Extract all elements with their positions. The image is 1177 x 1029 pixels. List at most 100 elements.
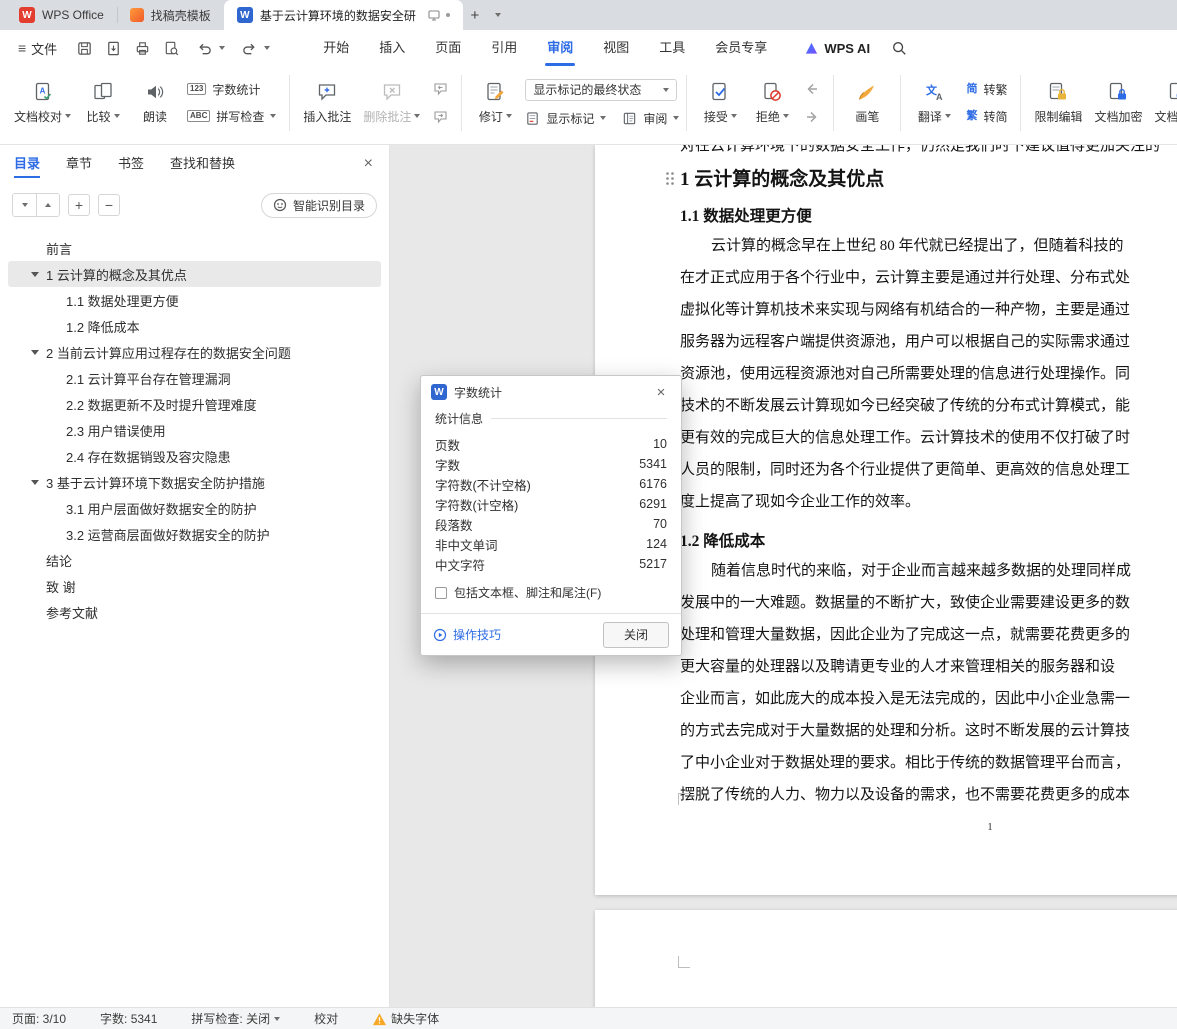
tab-template-site[interactable]: 找稿壳模板: [116, 0, 224, 30]
simplified-to-traditional-button[interactable]: 简 转繁: [966, 81, 1007, 98]
ribbon-tab[interactable]: 会员专享: [700, 30, 782, 66]
paragraph-line[interactable]: 的方式去完成对于大量数据的处理和分析。这时不断发展的云计算技: [680, 715, 1177, 747]
drag-handle-icon[interactable]: [665, 171, 675, 186]
previous-comment-button[interactable]: [430, 80, 450, 98]
page-indicator[interactable]: 页面: 3/10: [12, 1010, 66, 1027]
paragraph-line-cut[interactable]: 对在云计算环境下的数据安全工作，仍然是我们时下建议值得更加关注的: [680, 145, 1177, 155]
track-changes-button[interactable]: 修订: [469, 71, 521, 135]
heading-section-1-1[interactable]: 1.1 数据处理更方便: [680, 206, 1177, 228]
close-pane-icon[interactable]: ×: [364, 156, 373, 172]
toc-item[interactable]: 2.4 存在数据销毁及容灾隐患: [8, 443, 381, 469]
previous-change-button[interactable]: [802, 80, 822, 98]
wps-ai-button[interactable]: WPS AI: [804, 41, 870, 56]
paragraph-line[interactable]: 更有效的完成巨大的信息处理工作。云计算技术的使用不仅打破了时: [680, 422, 1177, 454]
expand-headings-button[interactable]: [36, 194, 59, 216]
paragraph-line[interactable]: 企业而言，如此庞大的成本投入是无法完成的，因此中小企业急需一: [680, 683, 1177, 715]
spell-check-chevron[interactable]: [274, 1016, 281, 1021]
tips-link[interactable]: 操作技巧: [433, 626, 501, 643]
markup-state-select[interactable]: 显示标记的最终状态: [525, 78, 678, 101]
spell-check-status[interactable]: 拼写检查: 关闭: [191, 1010, 281, 1027]
spell-check-button[interactable]: ABC 拼写检查: [187, 108, 277, 125]
undo-menu-chevron[interactable]: [219, 46, 226, 50]
dialog-close-button[interactable]: 关闭: [603, 621, 669, 648]
dialog-close-icon[interactable]: ×: [651, 385, 671, 400]
paragraph-line[interactable]: 技术的不断发展云计算现如今已经突破了传统的分布式计算模式，能: [680, 390, 1177, 422]
toc-item[interactable]: 3.2 运营商层面做好数据安全的防护: [8, 521, 381, 547]
ribbon-tab[interactable]: 引用: [476, 30, 532, 66]
ribbon-tab[interactable]: 页面: [420, 30, 476, 66]
next-comment-button[interactable]: [430, 108, 450, 126]
collapse-headings-button[interactable]: [13, 194, 36, 216]
translate-button[interactable]: 文A 翻译: [908, 71, 960, 135]
paragraph-line[interactable]: 更大容量的处理器以及聘请更专业的人才来管理相关的服务器和设: [680, 651, 1177, 683]
ribbon-tab[interactable]: 审阅: [532, 30, 588, 66]
encrypt-document-button[interactable]: 文档加密: [1088, 71, 1148, 135]
search-button[interactable]: [886, 35, 912, 61]
toc-item[interactable]: 3 基于云计算环境下数据安全防护措施: [8, 469, 381, 495]
expand-all-button[interactable]: +: [68, 194, 90, 216]
navigation-tab[interactable]: 查找和替换: [170, 145, 235, 183]
toc-item[interactable]: 参考文献: [8, 599, 381, 625]
tab-list-chevron[interactable]: [487, 0, 509, 30]
document-page-next[interactable]: [595, 910, 1177, 1007]
document-page-current[interactable]: 对在云计算环境下的数据安全工作，仍然是我们时下建议值得更加关注的 1 云计算的概…: [595, 145, 1177, 895]
save-button[interactable]: [71, 36, 97, 60]
smart-toc-button[interactable]: 智能识别目录: [260, 192, 377, 218]
compare-button[interactable]: 比较: [77, 71, 129, 135]
redo-menu-chevron[interactable]: [264, 46, 271, 50]
show-markup-button[interactable]: 显示标记: [525, 110, 607, 127]
ribbon-tab[interactable]: 视图: [588, 30, 644, 66]
missing-font-warning[interactable]: 缺失字体: [372, 1010, 439, 1027]
restrict-editing-button[interactable]: 限制编辑: [1028, 71, 1088, 135]
print-preview-button[interactable]: [158, 36, 184, 60]
toc-item[interactable]: 1.1 数据处理更方便: [8, 287, 381, 313]
tab-wps-home[interactable]: W WPS Office: [6, 0, 117, 30]
toc-item[interactable]: 2.3 用户错误使用: [8, 417, 381, 443]
paragraph-line[interactable]: 了中小企业对于数据处理的要求。相比于传统的数据管理平台而言，: [680, 747, 1177, 779]
paragraph-line[interactable]: 发展中的一大难题。数据量的不断扩大，致使企业需要建设更多的数: [680, 587, 1177, 619]
ribbon-tab[interactable]: 插入: [364, 30, 420, 66]
delete-comment-button[interactable]: 删除批注: [357, 71, 426, 135]
proofread-status[interactable]: 校对: [314, 1010, 338, 1027]
traditional-to-simplified-button[interactable]: 繁 转简: [966, 108, 1007, 125]
navigation-tab[interactable]: 目录: [14, 145, 41, 183]
toc-item[interactable]: 结论: [8, 547, 381, 573]
paragraph-line[interactable]: 摆脱了传统的人力、物力以及设备的需求，也不需要花费更多的成本: [680, 779, 1177, 811]
toc-item[interactable]: 致 谢: [8, 573, 381, 599]
heading-chapter-1[interactable]: 1 云计算的概念及其优点: [680, 167, 1177, 193]
paragraph-line[interactable]: 虚拟化等计算机技术来实现与网络有机结合的一种产物，主要是通过: [680, 294, 1177, 326]
dialog-title-bar[interactable]: W 字数统计 ×: [421, 376, 681, 408]
paragraph-line[interactable]: 随着信息时代的来临，对于企业而言越来越多数据的处理同样成: [680, 555, 1177, 587]
paragraph-line[interactable]: 云计算的概念早在上世纪 80 年代就已经提出了，但随着科技的: [680, 230, 1177, 262]
word-count-button[interactable]: 123 字数统计: [187, 81, 260, 98]
insert-comment-button[interactable]: 插入批注: [297, 71, 357, 135]
word-count-indicator[interactable]: 字数: 5341: [100, 1010, 157, 1027]
file-menu-button[interactable]: ≡ 文件: [10, 39, 65, 58]
navigation-tab[interactable]: 书签: [118, 145, 144, 183]
print-button[interactable]: [129, 36, 155, 60]
toc-item[interactable]: 2 当前云计算应用过程存在的数据安全问题: [8, 339, 381, 365]
toc-item[interactable]: 2.1 云计算平台存在管理漏洞: [8, 365, 381, 391]
paragraph-line[interactable]: 人员的限制，同时还为各个行业提供了更简单、更高效的信息处理工: [680, 454, 1177, 486]
navigation-tab[interactable]: 章节: [66, 145, 92, 183]
collapse-all-button[interactable]: −: [98, 194, 120, 216]
paragraph-line[interactable]: 度上提高了现如今企业工作的效率。: [680, 486, 1177, 518]
ribbon-tab[interactable]: 开始: [308, 30, 364, 66]
expand-arrow-icon[interactable]: [31, 480, 39, 485]
ribbon-tab[interactable]: 工具: [644, 30, 700, 66]
tab-current-document[interactable]: W 基于云计算环境的数据安全研: [223, 0, 463, 30]
document-body[interactable]: 对在云计算环境下的数据安全工作，仍然是我们时下建议值得更加关注的 1 云计算的概…: [680, 145, 1177, 811]
doc-proofread-button[interactable]: A 文档校对: [8, 71, 77, 135]
accept-change-button[interactable]: 接受: [694, 71, 746, 135]
export-pdf-button[interactable]: [100, 36, 126, 60]
review-pane-button[interactable]: 审阅: [622, 110, 680, 127]
expand-arrow-icon[interactable]: [31, 350, 39, 355]
next-change-button[interactable]: [802, 108, 822, 126]
heading-section-1-2[interactable]: 1.2 降低成本: [680, 531, 1177, 553]
ink-pen-button[interactable]: 画笔: [841, 71, 893, 135]
toc-item[interactable]: 2.2 数据更新不及时提升管理难度: [8, 391, 381, 417]
toc-item[interactable]: 前言: [8, 235, 381, 261]
expand-arrow-icon[interactable]: [31, 272, 39, 277]
finalize-document-button[interactable]: 文档定稿: [1148, 71, 1177, 135]
paragraph-line[interactable]: 服务器为远程客户端提供资源池，用户可以根据自己的实际需求通过: [680, 326, 1177, 358]
